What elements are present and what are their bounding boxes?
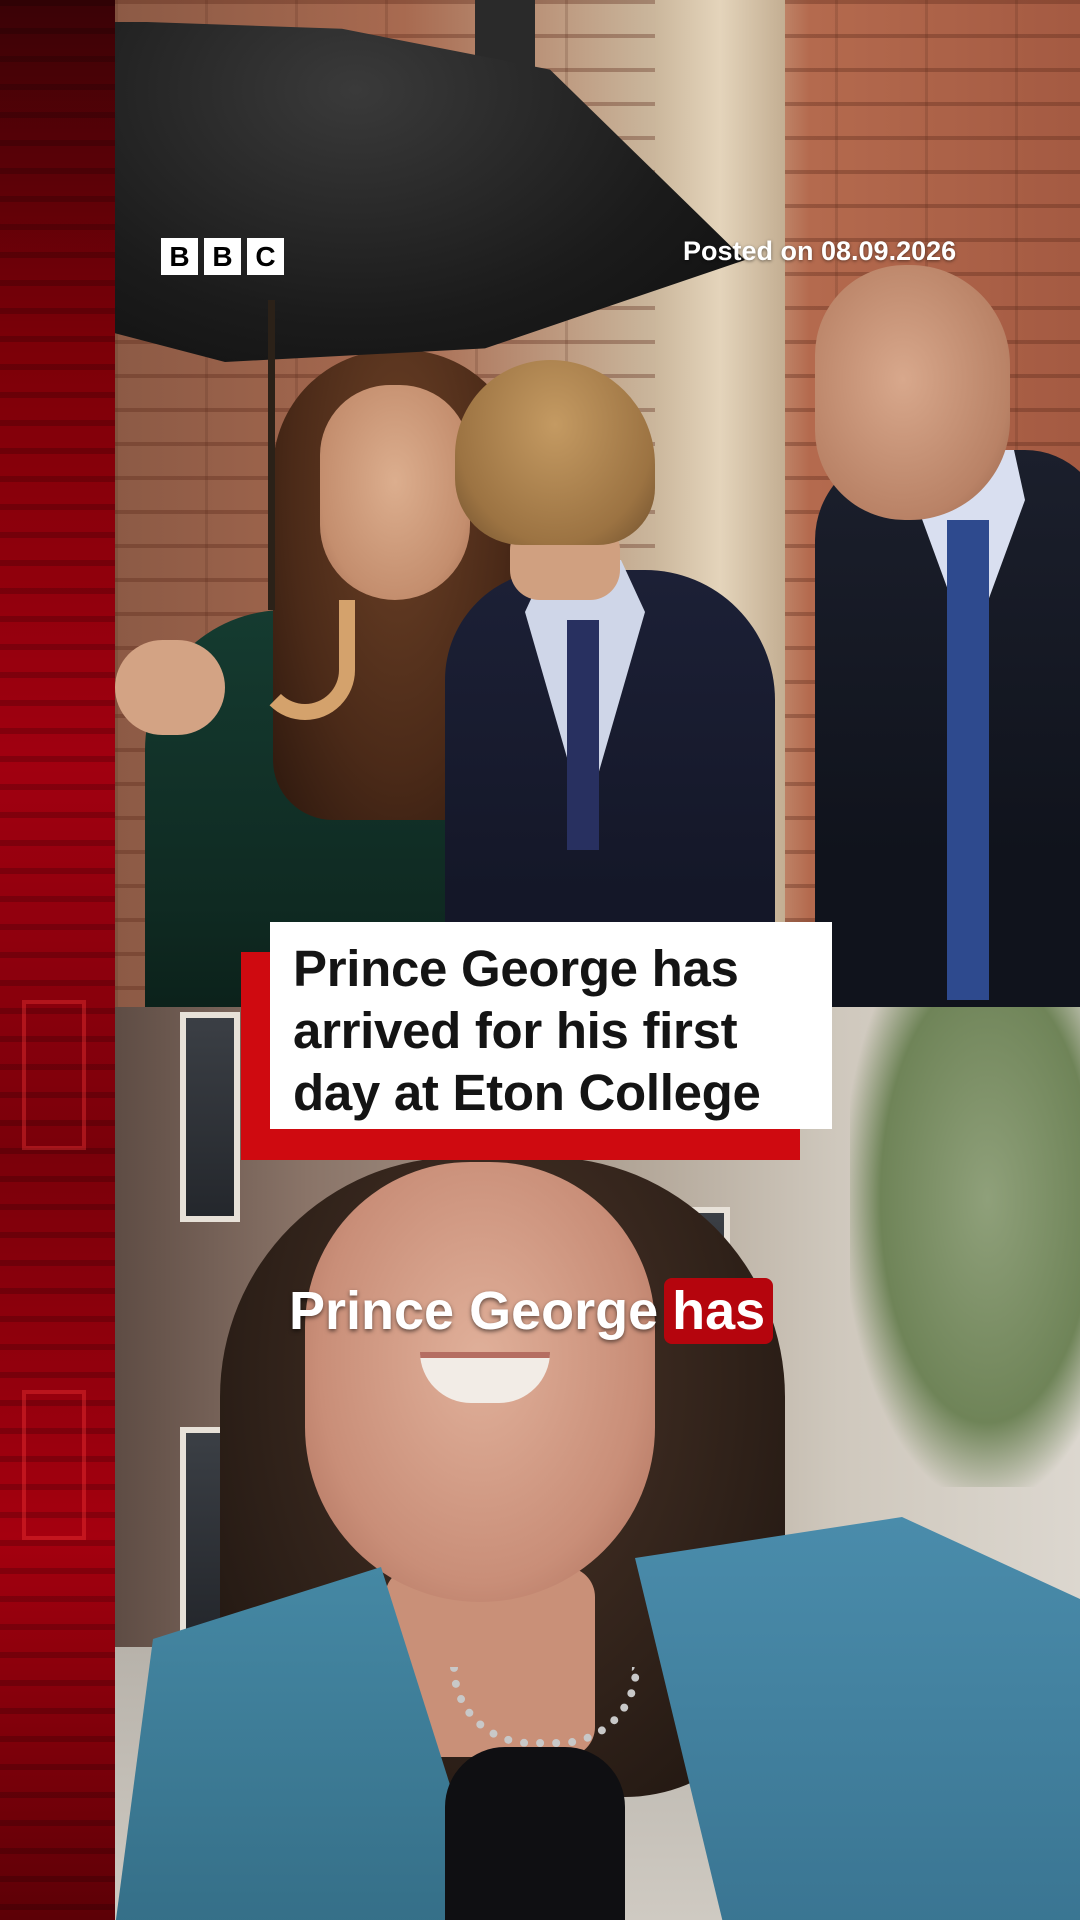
boy-hair (455, 360, 655, 545)
side-window-graphic (22, 1390, 86, 1540)
headline-card: Prince George has arrived for his first … (270, 922, 832, 1129)
bbc-logo-letter: C (247, 238, 284, 275)
man-head (815, 265, 1010, 520)
subtitle-caption: Prince George has (289, 1278, 774, 1344)
bbc-logo-letter: B (204, 238, 241, 275)
boy-tie (567, 620, 599, 850)
tree (850, 1007, 1080, 1487)
side-graphic-strip (0, 0, 115, 1920)
video-frame[interactable]: B B C Posted on 08.09.2026 Prince George… (0, 0, 1080, 1920)
bbc-logo-letter: B (161, 238, 198, 275)
woman-face (320, 385, 470, 600)
side-window-graphic (22, 1000, 86, 1150)
bbc-logo: B B C (161, 238, 284, 275)
building-window (180, 1012, 240, 1222)
posted-date: Posted on 08.09.2026 (683, 236, 957, 266)
headline-text: Prince George has arrived for his first … (293, 940, 761, 1121)
umbrella-handle (255, 600, 355, 720)
caption-highlight-word: has (664, 1278, 774, 1344)
umbrella-shaft (268, 300, 275, 610)
woman-hand (115, 640, 225, 735)
man-tie (947, 520, 989, 1000)
presenter-top (445, 1747, 625, 1920)
top-video-clip (115, 0, 1080, 1007)
umbrella-canopy (115, 22, 745, 362)
caption-text: Prince George (289, 1281, 659, 1341)
